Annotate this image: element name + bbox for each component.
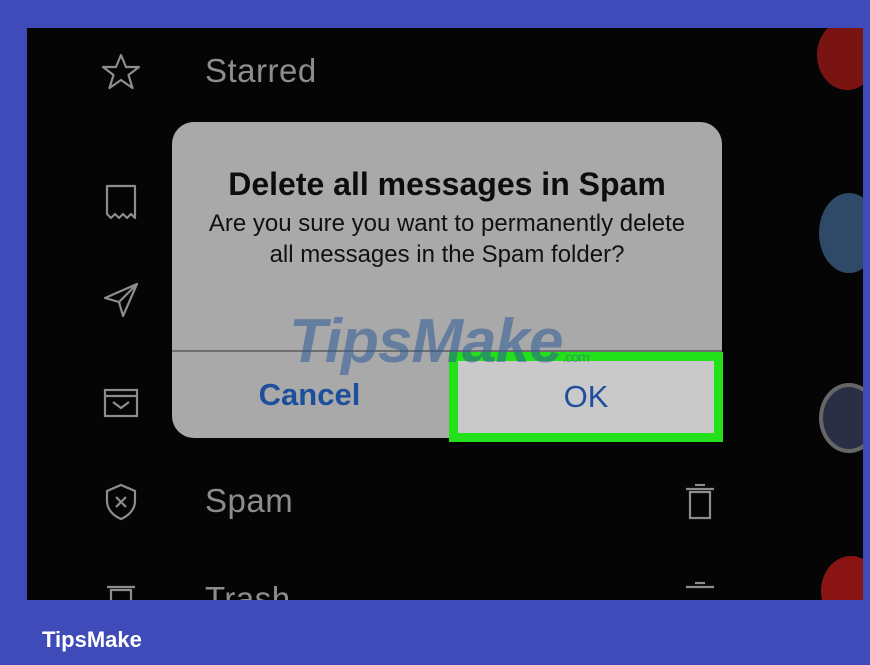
sidebar-item-label: Spam bbox=[205, 482, 294, 519]
sidebar-item-label: Starred bbox=[205, 52, 317, 89]
dialog-title: Delete all messages in Spam bbox=[228, 166, 666, 202]
mail-app-screen: Starred Spam Trash Delete all messages i… bbox=[27, 28, 863, 600]
watermark-suffix: .com bbox=[562, 349, 589, 365]
dialog-message: Are you sure you want to permanently del… bbox=[208, 210, 686, 268]
watermark-text: TipsMake bbox=[289, 307, 563, 376]
footer-brand: TipsMake bbox=[42, 627, 142, 652]
trash-icon[interactable] bbox=[682, 482, 718, 522]
send-icon bbox=[99, 278, 143, 322]
sidebar-item-label: Trash bbox=[205, 580, 291, 600]
sidebar-item-trash[interactable]: Trash bbox=[27, 556, 863, 600]
trash-icon bbox=[99, 578, 143, 600]
star-icon bbox=[99, 50, 143, 94]
watermark-logo: TipsMake.com bbox=[289, 306, 590, 377]
shield-x-icon bbox=[99, 480, 143, 524]
trash-icon[interactable] bbox=[682, 580, 718, 600]
archive-icon bbox=[99, 380, 143, 424]
important-tag-icon bbox=[99, 180, 143, 224]
sidebar-item-spam[interactable]: Spam bbox=[27, 458, 863, 538]
sidebar-item-starred[interactable]: Starred bbox=[27, 28, 863, 108]
